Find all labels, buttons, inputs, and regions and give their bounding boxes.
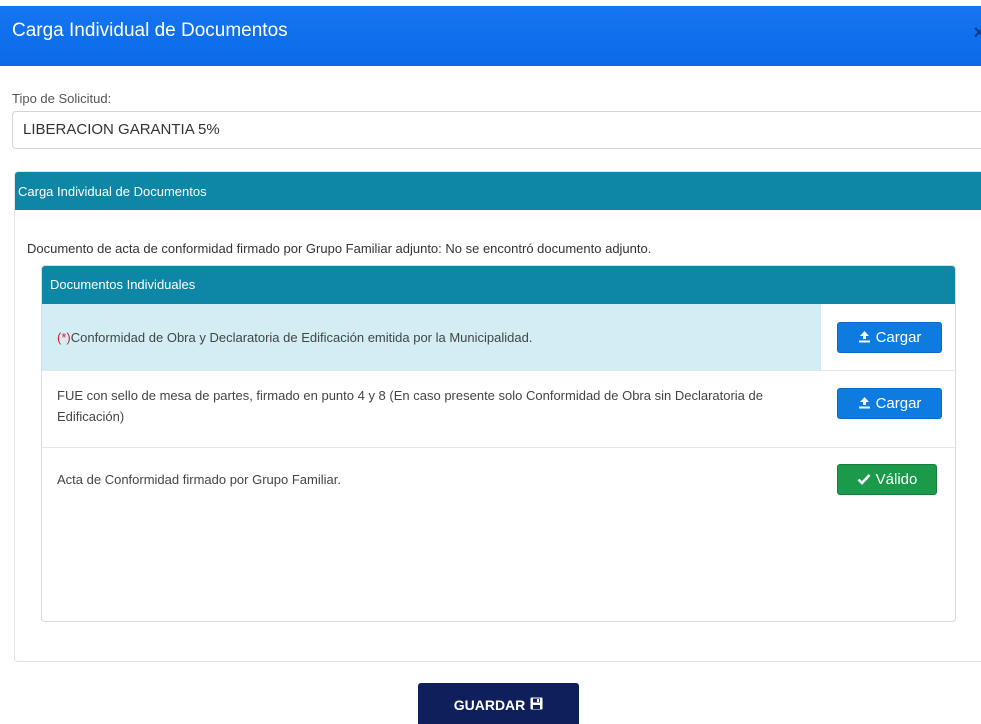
floppy-disk-icon: [530, 697, 543, 713]
documentos-individuales-title: Documentos Individuales: [42, 266, 955, 304]
document-row: (*)Conformidad de Obra y Declaratoria de…: [42, 304, 955, 371]
document-row: FUE con sello de mesa de partes, firmado…: [42, 371, 955, 448]
document-row: Acta de Conformidad firmado por Grupo Fa…: [42, 448, 955, 621]
document-description: Acta de Conformidad firmado por Grupo Fa…: [57, 472, 341, 487]
carga-documentos-panel: Carga Individual de Documentos Documento…: [14, 171, 981, 662]
valid-button[interactable]: Válido: [837, 464, 937, 495]
close-icon[interactable]: ×: [973, 22, 981, 45]
check-icon: [857, 472, 871, 488]
tipo-solicitud-select[interactable]: LIBERACION GARANTIA 5%: [12, 111, 981, 149]
upload-icon: [858, 330, 871, 346]
upload-button[interactable]: Cargar: [837, 322, 942, 353]
modal-title: Carga Individual de Documentos: [12, 20, 288, 41]
document-description: (*)Conformidad de Obra y Declaratoria de…: [57, 330, 533, 345]
modal-header: Carga Individual de Documentos ×: [0, 0, 981, 66]
document-description: FUE con sello de mesa de partes, firmado…: [57, 388, 763, 424]
upload-button[interactable]: Cargar: [837, 388, 942, 419]
upload-icon: [858, 396, 871, 412]
required-mark: (*): [57, 330, 71, 345]
save-button[interactable]: GUARDAR: [418, 683, 579, 724]
attachment-notice: Documento de acta de conformidad firmado…: [27, 241, 652, 256]
documentos-individuales-panel: Documentos Individuales (*)Conformidad d…: [41, 265, 956, 622]
panel-title: Carga Individual de Documentos: [15, 172, 981, 210]
tipo-solicitud-label: Tipo de Solicitud:: [12, 91, 112, 106]
